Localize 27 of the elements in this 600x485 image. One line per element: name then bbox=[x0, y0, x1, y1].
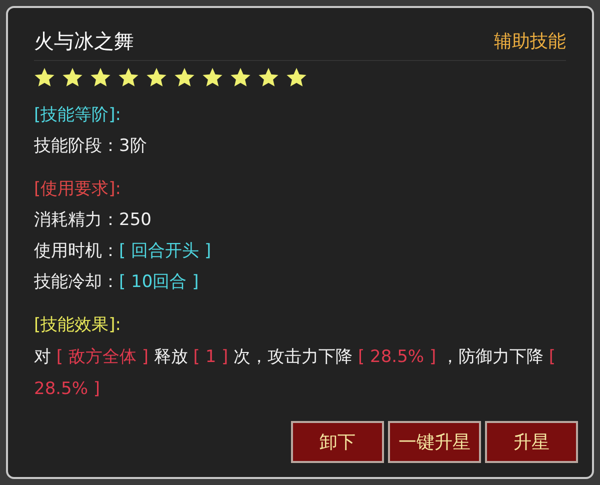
stat-value: [ 回合开头 ] bbox=[119, 240, 212, 263]
stat-label: 技能冷却： bbox=[34, 271, 119, 294]
stat-value: [ 10回合 ] bbox=[119, 271, 199, 294]
star-icon bbox=[230, 67, 251, 88]
action-button[interactable]: 升星 bbox=[485, 421, 578, 463]
section-heading: [使用要求]: bbox=[34, 178, 121, 201]
star-icon bbox=[286, 67, 307, 88]
stat-value: 250 bbox=[119, 209, 152, 232]
section-heading: [技能等阶]: bbox=[34, 104, 121, 127]
effect-description: 对 [ 敌方全体 ] 释放 [ 1 ] 次，攻击力下降 [ 28.5% ] ，防御力下降 [ 28.5% ] bbox=[34, 346, 556, 401]
section-heading: [技能效果]: bbox=[34, 314, 121, 337]
star-icon bbox=[62, 67, 83, 88]
action-button[interactable]: 卸下 bbox=[291, 421, 384, 463]
star-icon bbox=[90, 67, 111, 88]
stat-label: 使用时机： bbox=[34, 240, 119, 263]
star-icon bbox=[258, 67, 279, 88]
action-button[interactable]: 一键升星 bbox=[388, 421, 481, 463]
star-icon bbox=[146, 67, 167, 88]
star-icon bbox=[34, 67, 55, 88]
skill-name: 火与冰之舞 bbox=[34, 28, 134, 55]
skill-type: 辅助技能 bbox=[494, 30, 566, 54]
star-icon bbox=[118, 67, 139, 88]
stat-value: 3阶 bbox=[119, 135, 147, 158]
stat-label: 技能阶段： bbox=[34, 135, 119, 158]
star-icon bbox=[202, 67, 223, 88]
star-icon bbox=[174, 67, 195, 88]
stat-label: 消耗精力： bbox=[34, 209, 119, 232]
